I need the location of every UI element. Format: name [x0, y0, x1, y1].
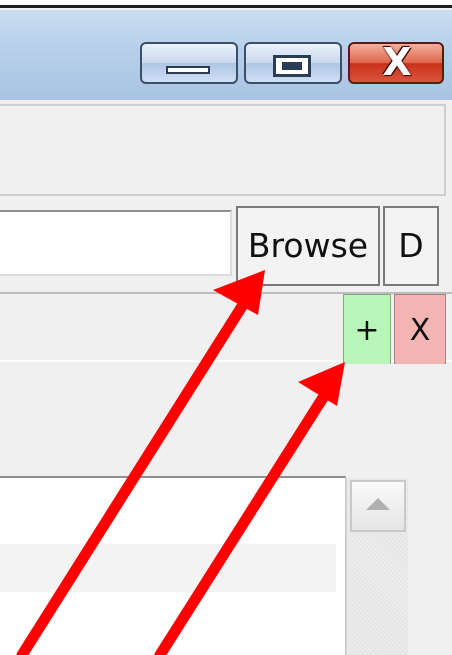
list-item[interactable] — [0, 598, 336, 646]
list-item[interactable] — [0, 544, 336, 592]
info-panel — [0, 104, 446, 196]
list-item[interactable] — [0, 494, 336, 542]
browse-button[interactable]: Browse — [236, 206, 380, 286]
remove-button[interactable]: X — [394, 294, 446, 366]
minimize-button[interactable] — [140, 42, 238, 84]
d-button[interactable]: D — [383, 206, 439, 286]
window-top-edge — [0, 0, 452, 8]
minimize-icon — [166, 66, 210, 74]
path-input[interactable] — [0, 210, 232, 276]
maximize-icon-bar — [282, 62, 302, 70]
arrow-up-icon — [366, 498, 390, 510]
add-button[interactable]: + — [343, 294, 391, 366]
close-icon: X — [382, 40, 412, 84]
